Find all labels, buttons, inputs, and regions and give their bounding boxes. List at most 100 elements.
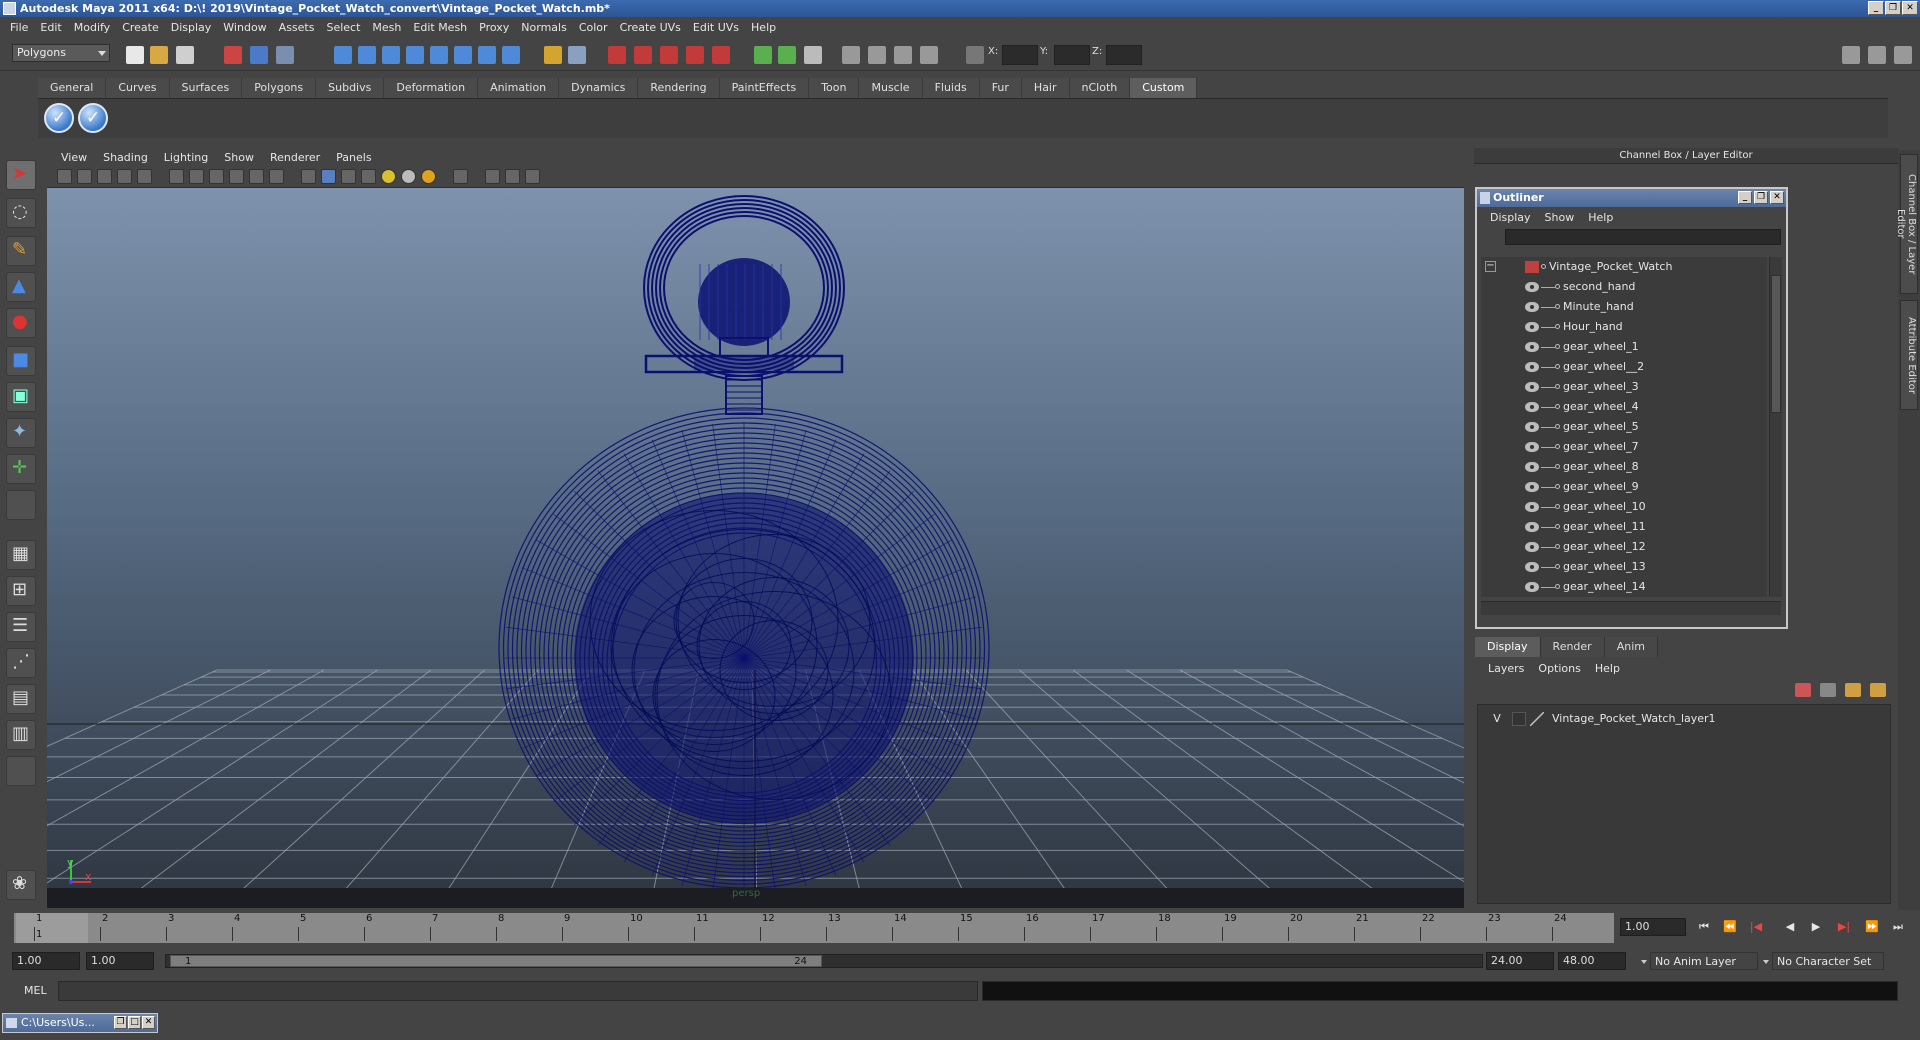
safe-action-icon[interactable] <box>249 169 264 184</box>
snap-view-plane-icon[interactable] <box>406 46 424 64</box>
menu-set-dropdown[interactable]: Polygons <box>12 44 110 62</box>
ipr-render-icon[interactable] <box>634 46 652 64</box>
new-scene-icon[interactable] <box>126 46 144 64</box>
channel-toggle-icon[interactable] <box>1894 46 1912 64</box>
anim-layer-dropdown[interactable]: No Anim Layer <box>1641 952 1758 970</box>
minimized-window[interactable]: C:\Users\Us... ❐ □ ✕ <box>2 1013 158 1033</box>
step-back-frame-button[interactable]: |◀ <box>1748 920 1764 934</box>
character-set-dropdown[interactable]: No Character Set <box>1763 952 1884 970</box>
outliner-horizontal-scrollbar[interactable] <box>1481 601 1781 615</box>
gate-mask-icon[interactable] <box>209 169 224 184</box>
move-tool[interactable]: ▲ <box>6 272 36 302</box>
wireframe-on-shaded-icon[interactable] <box>341 169 356 184</box>
rotate-tool[interactable]: ● <box>6 308 36 338</box>
viewport-menu-view[interactable]: View <box>53 151 95 164</box>
four-view-layout[interactable]: ⊞ <box>6 576 36 606</box>
outliner-item[interactable]: gear_wheel__2 <box>1481 357 1767 377</box>
panel-layout-icon[interactable] <box>1842 46 1860 64</box>
outliner-item[interactable]: gear_wheel_1 <box>1481 337 1767 357</box>
minimized-close-button[interactable]: ✕ <box>142 1016 155 1029</box>
z-field[interactable] <box>1106 45 1142 65</box>
scroll-thumb[interactable] <box>1771 275 1781 413</box>
time-slider-track[interactable]: 1 1 2 3 4 5 6 7 8 9 10 11 12 13 14 15 16 17 18 19 20 21 22 23 2… <box>14 913 1614 943</box>
field-chart-icon[interactable] <box>229 169 244 184</box>
play-forward-button[interactable]: ▶ <box>1808 920 1824 934</box>
shelf-tab-custom[interactable]: Custom <box>1130 78 1198 98</box>
perspective-viewport[interactable]: persp y x <box>47 188 1464 908</box>
play-backward-button[interactable]: ◀ <box>1782 920 1798 934</box>
shelf-tab-animation[interactable]: Animation <box>478 78 560 98</box>
custom-shelf-button-2[interactable]: ✓ <box>78 103 108 133</box>
outliner-item[interactable]: second_hand <box>1481 277 1767 297</box>
layer-menu-help[interactable]: Help <box>1588 662 1627 675</box>
new-layer-selected-icon[interactable] <box>1870 683 1886 697</box>
step-back-key-button[interactable]: ⏪ <box>1722 920 1738 934</box>
range-bar[interactable]: 1 24 <box>165 954 1483 968</box>
soft-modification-tool[interactable]: ✦ <box>6 418 36 448</box>
outliner-item[interactable]: gear_wheel_11 <box>1481 517 1767 537</box>
layer-tab-anim[interactable]: Anim <box>1604 637 1658 657</box>
shadows-icon[interactable] <box>401 169 416 184</box>
outliner-menu-help[interactable]: Help <box>1581 211 1620 224</box>
menu-create-uvs[interactable]: Create UVs <box>614 21 687 34</box>
shelf-tab-rendering[interactable]: Rendering <box>638 78 720 98</box>
render-settings-icon[interactable] <box>660 46 678 64</box>
menu-file[interactable]: File <box>4 21 34 34</box>
command-input[interactable] <box>58 981 978 1001</box>
layer-row[interactable]: V Vintage_Pocket_Watch_layer1 <box>1482 709 1886 729</box>
hypershade-layout[interactable]: ▤ <box>6 684 36 714</box>
layer-visibility-toggle[interactable]: V <box>1490 709 1504 729</box>
layer-tab-display[interactable]: Display <box>1475 637 1541 657</box>
wireframe-icon[interactable] <box>301 169 316 184</box>
select-tool[interactable]: ➤ <box>6 160 36 190</box>
outliner-title-bar[interactable]: Outliner _ ❐ ✕ <box>1477 189 1786 207</box>
save-scene-icon[interactable] <box>176 46 194 64</box>
snap-pivot-icon[interactable] <box>478 46 496 64</box>
safe-title-icon[interactable] <box>269 169 284 184</box>
isolate-select-icon[interactable] <box>453 169 468 184</box>
layer-menu-layers[interactable]: Layers <box>1481 662 1531 675</box>
outliner-restore-button[interactable]: ❐ <box>1754 191 1768 204</box>
scale-tool[interactable]: ■ <box>6 346 36 376</box>
step-forward-frame-button[interactable]: ▶| <box>1836 920 1852 934</box>
xray-joints-icon[interactable] <box>505 169 520 184</box>
snap-grid-icon[interactable] <box>334 46 352 64</box>
current-frame-marker[interactable]: 1 <box>16 913 88 943</box>
high-quality-icon[interactable] <box>421 169 436 184</box>
menu-create[interactable]: Create <box>116 21 165 34</box>
y-field[interactable] <box>1054 45 1090 65</box>
channel-box-icon[interactable] <box>868 46 886 64</box>
outliner-vertical-scrollbar[interactable] <box>1769 257 1782 597</box>
shelf-tab-fur[interactable]: Fur <box>979 78 1022 98</box>
menu-color[interactable]: Color <box>573 21 614 34</box>
menu-display[interactable]: Display <box>165 21 218 34</box>
playback-start-field[interactable]: 1.00 <box>86 952 154 970</box>
camera-attributes-icon[interactable] <box>77 169 92 184</box>
last-used-tool[interactable] <box>6 490 36 520</box>
menu-edit[interactable]: Edit <box>34 21 67 34</box>
film-gate-icon[interactable] <box>169 169 184 184</box>
shelf-tab-surfaces[interactable]: Surfaces <box>169 78 243 98</box>
history-icon[interactable] <box>568 46 586 64</box>
playback-end-field[interactable]: 24.00 <box>1486 952 1554 970</box>
sidebar-toggle-icon[interactable] <box>778 46 796 64</box>
channel-box-side-tab[interactable]: Channel Box / Layer Editor <box>1895 154 1918 294</box>
menu-edit-mesh[interactable]: Edit Mesh <box>407 21 473 34</box>
shelf-tab-painteffects[interactable]: PaintEffects <box>719 78 810 98</box>
show-manipulator-tool[interactable]: ✛ <box>6 454 36 484</box>
layer-menu-options[interactable]: Options <box>1531 662 1587 675</box>
shelf-tab-subdivs[interactable]: Subdivs <box>316 78 385 98</box>
outliner-item[interactable]: Hour_hand <box>1481 317 1767 337</box>
outliner-item[interactable]: gear_wheel_3 <box>1481 377 1767 397</box>
attribute-editor-side-tab[interactable]: Attribute Editor <box>1900 300 1918 410</box>
snap-surface-icon[interactable] <box>454 46 472 64</box>
restore-button[interactable]: ❐ <box>1885 1 1901 15</box>
menu-select[interactable]: Select <box>320 21 366 34</box>
image-plane-icon[interactable] <box>117 169 132 184</box>
lasso-tool[interactable]: ◌ <box>6 198 36 228</box>
minimized-maximize-button[interactable]: □ <box>128 1016 141 1029</box>
animation-start-field[interactable]: 1.00 <box>12 952 80 970</box>
move-layer-down-icon[interactable] <box>1820 683 1836 697</box>
quick-layout-button[interactable]: ❀ <box>6 870 36 900</box>
outliner-item[interactable]: gear_wheel_7 <box>1481 437 1767 457</box>
